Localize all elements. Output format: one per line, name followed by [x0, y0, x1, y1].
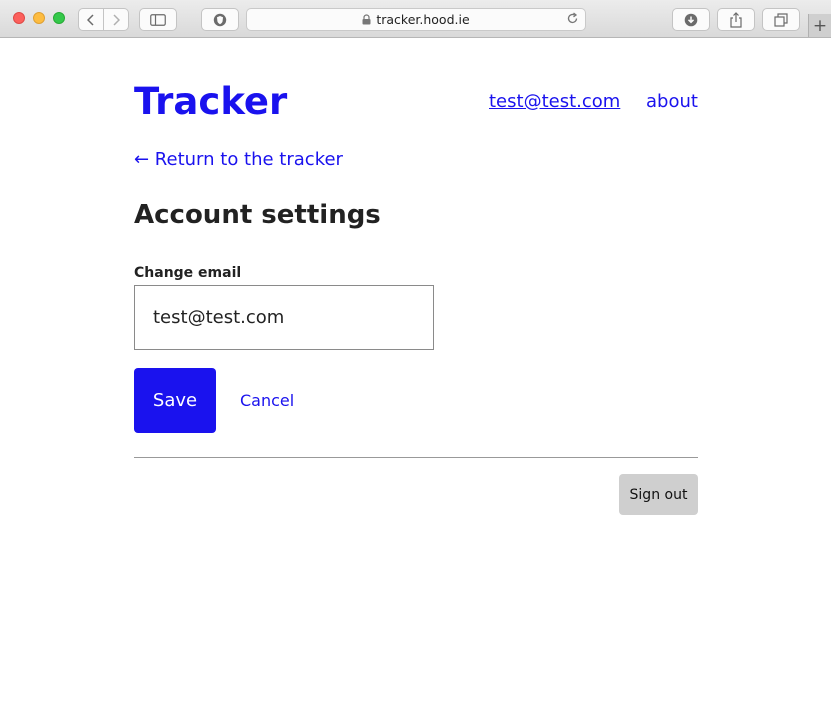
sidebar-icon [150, 13, 166, 26]
site-header: Tracker test@test.com about [134, 82, 698, 122]
close-window-button[interactable] [13, 12, 25, 24]
show-tabs-button[interactable] [762, 8, 800, 31]
change-email-label: Change email [134, 265, 242, 281]
download-icon [684, 13, 698, 26]
divider [134, 457, 698, 458]
shield-icon [213, 13, 227, 26]
share-button[interactable] [717, 8, 755, 31]
user-email-link[interactable]: test@test.com [489, 90, 620, 114]
sidebar-button[interactable] [139, 8, 177, 31]
return-to-tracker-link[interactable]: ← Return to the tracker [134, 148, 343, 172]
chevron-right-icon [113, 13, 120, 26]
new-tab-button[interactable]: + [808, 14, 831, 37]
reload-icon[interactable] [566, 12, 579, 25]
downloads-button[interactable] [672, 8, 710, 31]
address-bar-url: tracker.hood.ie [376, 12, 470, 27]
save-button[interactable]: Save [134, 368, 216, 433]
minimize-window-button[interactable] [33, 12, 45, 24]
zoom-window-button[interactable] [53, 12, 65, 24]
sign-out-button[interactable]: Sign out [619, 474, 698, 515]
brand-logo-link[interactable]: Tracker [134, 82, 287, 122]
email-field[interactable] [134, 285, 434, 350]
tabs-icon [774, 12, 788, 27]
page-title: Account settings [134, 200, 381, 230]
back-button[interactable] [78, 8, 104, 31]
plus-icon: + [812, 15, 828, 36]
chevron-left-icon [87, 13, 94, 26]
cancel-link[interactable]: Cancel [240, 391, 294, 411]
browser-toolbar: tracker.hood.ie [0, 0, 831, 38]
address-bar[interactable]: tracker.hood.ie [246, 8, 586, 31]
share-icon [730, 11, 742, 28]
forward-button[interactable] [103, 8, 129, 31]
privacy-button[interactable] [201, 8, 239, 31]
about-link[interactable]: about [646, 90, 698, 114]
lock-icon [362, 14, 371, 25]
